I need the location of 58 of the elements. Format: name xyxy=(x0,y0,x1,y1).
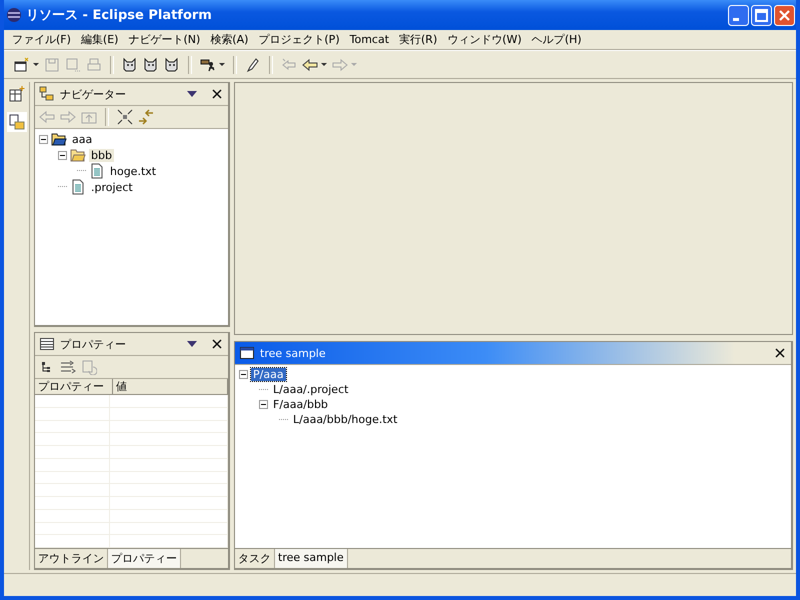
file-icon xyxy=(89,163,105,179)
menu-item[interactable]: ナビゲート(N) xyxy=(123,32,206,47)
menu-item[interactable]: 編集(E) xyxy=(76,32,124,47)
window-icon xyxy=(239,345,255,361)
menu-item[interactable]: ファイル(F) xyxy=(7,32,76,47)
link-icon[interactable] xyxy=(138,109,154,125)
minimize-button[interactable] xyxy=(728,4,749,26)
navigator-icon xyxy=(39,86,55,102)
view-menu-icon[interactable] xyxy=(187,341,197,347)
tree-item[interactable]: L/aaa/bbb/hoge.txt xyxy=(291,413,400,426)
menu-item[interactable]: ウィンドウ(W) xyxy=(442,32,527,47)
maximize-button[interactable] xyxy=(751,4,772,26)
cat-icon[interactable] xyxy=(122,56,138,72)
column-header[interactable]: 値 xyxy=(113,379,228,394)
close-icon[interactable] xyxy=(212,89,222,99)
column-header[interactable]: プロパティー xyxy=(35,379,113,394)
expander-icon[interactable] xyxy=(259,400,268,409)
panel-title: プロパティー xyxy=(60,336,127,352)
window-title: リソース - Eclipse Platform xyxy=(26,7,213,24)
caret-icon[interactable] xyxy=(33,62,39,66)
expander-icon[interactable] xyxy=(39,134,48,144)
menu-item[interactable]: Tomcat xyxy=(344,33,394,46)
tree-item[interactable]: .project xyxy=(89,180,135,194)
expander-icon[interactable] xyxy=(239,370,248,379)
tree-item[interactable]: L/aaa/.project xyxy=(271,383,350,396)
menu-item[interactable]: プロジェクト(P) xyxy=(253,32,345,47)
collapse-all-icon[interactable] xyxy=(117,109,133,125)
caret-icon[interactable] xyxy=(219,62,225,66)
tree-item[interactable]: hoge.txt xyxy=(108,164,158,178)
caret-icon[interactable] xyxy=(321,62,327,66)
menu-item[interactable]: 検索(A) xyxy=(205,32,254,47)
project-folder-icon xyxy=(51,131,67,147)
tree-item[interactable]: aaa xyxy=(70,132,94,146)
menu-item[interactable]: ヘルプ(H) xyxy=(526,32,587,47)
folder-icon xyxy=(70,147,86,163)
view-tab[interactable]: tree sample xyxy=(275,549,348,568)
view-menu-icon[interactable] xyxy=(187,91,197,97)
tree-item[interactable]: P/aaa xyxy=(251,368,286,381)
open-perspective-icon[interactable] xyxy=(8,86,24,102)
table-icon xyxy=(39,336,55,352)
file-icon xyxy=(70,179,86,195)
cat-icon[interactable] xyxy=(164,56,180,72)
close-icon[interactable] xyxy=(775,348,785,358)
cat-icon[interactable] xyxy=(143,56,159,72)
back-icon[interactable] xyxy=(302,56,318,72)
new-icon[interactable] xyxy=(14,56,30,72)
menu-item[interactable]: 実行(R) xyxy=(394,32,442,47)
close-button[interactable] xyxy=(774,4,795,26)
panel-title: tree sample xyxy=(260,346,327,360)
panel-title: ナビゲーター xyxy=(60,86,127,102)
expander-icon[interactable] xyxy=(58,150,67,160)
tree-item[interactable]: bbb xyxy=(89,148,114,162)
close-icon[interactable] xyxy=(212,339,222,349)
app-icon xyxy=(6,7,22,23)
filter-icon[interactable] xyxy=(60,359,76,375)
view-tab[interactable]: プロパティー xyxy=(108,549,181,568)
resource-perspective-icon[interactable] xyxy=(6,112,26,132)
tree-item[interactable]: F/aaa/bbb xyxy=(271,398,330,411)
